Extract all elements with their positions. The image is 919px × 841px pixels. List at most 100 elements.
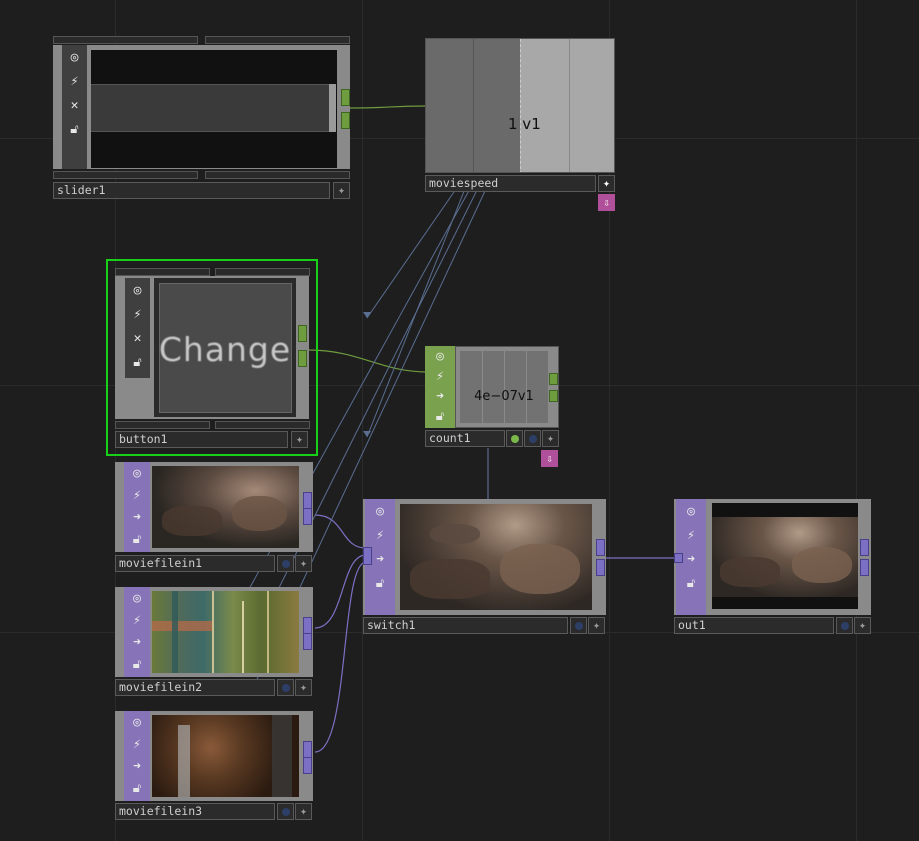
output-port[interactable] — [298, 325, 307, 342]
display-flag-icon[interactable] — [836, 617, 853, 634]
chop-viewer: 1 v1 — [425, 38, 615, 173]
lock-icon[interactable]: 🔓︎ — [425, 406, 455, 426]
render-flag-icon[interactable]: ✦ — [295, 679, 312, 696]
render-flag-icon[interactable]: ✦ — [295, 803, 312, 820]
input-port[interactable] — [363, 547, 372, 565]
output-port[interactable] — [860, 559, 869, 576]
export-flag-icon[interactable]: ⇩ — [541, 450, 558, 467]
output-port[interactable] — [860, 539, 869, 556]
lock-icon[interactable]: 🔓︎ — [365, 571, 395, 595]
output-port[interactable] — [341, 112, 350, 129]
node-flags: ◎ ⚡ ➜ 🔓︎ — [124, 462, 150, 552]
lock-icon[interactable]: 🔓︎ — [125, 350, 150, 374]
node-tab — [215, 268, 310, 276]
lock-icon[interactable]: 🔓︎ — [62, 117, 87, 141]
output-port[interactable] — [303, 508, 312, 525]
channel-value: 4e−07v1 — [474, 389, 534, 404]
button-label: Change — [158, 330, 292, 369]
close-icon[interactable]: ✕ — [125, 326, 150, 350]
node-name[interactable]: button1 — [115, 431, 288, 448]
lock-icon[interactable]: 🔓︎ — [124, 653, 150, 675]
bypass-icon[interactable]: ⚡ — [124, 733, 150, 755]
wire-movie1-to-switch — [314, 514, 367, 549]
bypass-icon[interactable]: ⚡ — [676, 523, 706, 547]
export-flag-icon[interactable]: ⇩ — [598, 194, 615, 211]
render-flag-icon[interactable]: ✦ — [854, 617, 871, 634]
lock-icon[interactable]: 🔓︎ — [124, 777, 150, 799]
output-port[interactable] — [596, 559, 605, 576]
node-name[interactable]: slider1 — [53, 182, 330, 199]
slider-panel — [91, 50, 337, 168]
output-port[interactable] — [549, 390, 558, 402]
output-port[interactable] — [303, 492, 312, 509]
lock-icon[interactable]: 🔓︎ — [676, 571, 706, 595]
viewer-active-icon[interactable]: ◎ — [124, 587, 150, 609]
close-icon[interactable]: ✕ — [62, 93, 87, 117]
movie-thumbnail — [400, 504, 592, 610]
cook-icon[interactable]: ➜ — [124, 631, 150, 653]
node-name[interactable]: switch1 — [363, 617, 568, 634]
lock-icon[interactable]: 🔓︎ — [124, 528, 150, 550]
node-flags: ◎ ⚡ ➜ 🔓︎ — [124, 587, 150, 677]
node-tab — [205, 171, 350, 179]
render-flag-icon[interactable]: ✦ — [598, 175, 615, 192]
output-port[interactable] — [303, 741, 312, 758]
render-flag-icon[interactable]: ✦ — [295, 555, 312, 572]
viewer-active-icon[interactable]: ◎ — [124, 462, 150, 484]
slider-handle[interactable] — [329, 84, 336, 132]
wire-slider-to-moviespeed — [349, 105, 427, 109]
node-name[interactable]: moviefilein3 — [115, 803, 275, 820]
node-name[interactable]: moviefilein1 — [115, 555, 275, 572]
node-name[interactable]: out1 — [674, 617, 834, 634]
bypass-icon[interactable]: ⚡ — [425, 366, 455, 386]
bypass-icon[interactable]: ⚡ — [365, 523, 395, 547]
display-flag-icon[interactable] — [277, 555, 294, 572]
render-flag-icon[interactable]: ✦ — [588, 617, 605, 634]
node-name[interactable]: moviefilein2 — [115, 679, 275, 696]
output-port[interactable] — [341, 89, 350, 106]
display-flag-icon[interactable]: ✦ — [333, 182, 350, 199]
viewer-active-icon[interactable]: ◎ — [676, 499, 706, 523]
movie-thumbnail — [152, 591, 299, 673]
viewer-active-icon[interactable]: ◎ — [125, 278, 150, 302]
output-port[interactable] — [303, 757, 312, 774]
output-port[interactable] — [549, 373, 558, 385]
display-flag-icon[interactable] — [277, 803, 294, 820]
bypass-icon[interactable]: ⚡ — [124, 484, 150, 506]
bypass-icon[interactable]: ⚡ — [125, 302, 150, 326]
cook-icon[interactable]: ➜ — [124, 506, 150, 528]
viewer-active-icon[interactable]: ◎ — [62, 45, 87, 69]
bypass-icon[interactable]: ⚡ — [62, 69, 87, 93]
display-flag-icon[interactable] — [277, 679, 294, 696]
viewer-active-icon[interactable]: ◎ — [425, 346, 455, 366]
cook-icon[interactable]: ➜ — [124, 755, 150, 777]
button-panel[interactable]: Change — [154, 278, 296, 417]
bypass-icon[interactable]: ⚡ — [124, 609, 150, 631]
cook-indicator — [506, 430, 523, 447]
channel-value: 1 v1 — [508, 115, 541, 133]
wire-button-to-count — [307, 349, 429, 373]
output-port[interactable] — [303, 633, 312, 650]
movie-thumbnail — [152, 715, 299, 797]
render-flag-icon[interactable]: ✦ — [542, 430, 559, 447]
cook-icon[interactable]: ➜ — [425, 386, 455, 406]
display-flag-icon[interactable] — [524, 430, 541, 447]
output-port[interactable] — [596, 539, 605, 556]
output-port[interactable] — [303, 617, 312, 634]
movie-thumbnail — [152, 466, 299, 548]
node-tab — [53, 171, 198, 179]
export-link — [366, 175, 466, 319]
input-port[interactable] — [674, 553, 683, 563]
display-flag-icon[interactable]: ✦ — [291, 431, 308, 448]
display-flag-icon[interactable] — [570, 617, 587, 634]
wire-movie2-to-switch — [314, 554, 367, 629]
node-name[interactable]: moviespeed — [425, 175, 596, 192]
node-tab — [215, 421, 310, 429]
viewer-active-icon[interactable]: ◎ — [124, 711, 150, 733]
viewer-active-icon[interactable]: ◎ — [365, 499, 395, 523]
slider-track[interactable] — [91, 84, 329, 132]
node-name[interactable]: count1 — [425, 430, 505, 447]
output-port[interactable] — [298, 350, 307, 367]
node-tab — [53, 36, 198, 44]
node-tab — [115, 421, 210, 429]
